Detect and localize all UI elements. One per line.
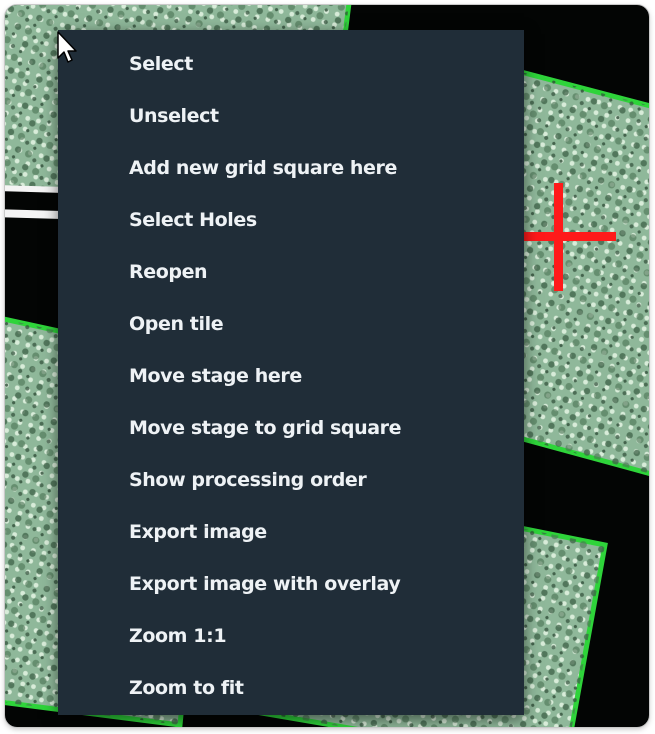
menu-item-export-image[interactable]: Export image: [58, 509, 524, 561]
menu-item-unselect[interactable]: Unselect: [58, 93, 524, 145]
menu-item-select[interactable]: Select: [58, 41, 524, 93]
menu-item-move-stage-to-grid-square[interactable]: Move stage to grid square: [58, 405, 524, 457]
viewer-window: Select Unselect Add new grid square here Se…: [5, 5, 649, 727]
menu-item-add-new-grid-square-here[interactable]: Add new grid square here: [58, 145, 524, 197]
menu-item-reopen[interactable]: Reopen: [58, 249, 524, 301]
menu-item-zoom-to-fit[interactable]: Zoom to fit: [58, 665, 524, 717]
menu-item-select-holes[interactable]: Select Holes: [58, 197, 524, 249]
menu-item-show-processing-order[interactable]: Show processing order: [58, 457, 524, 509]
menu-item-export-image-with-overlay[interactable]: Export image with overlay: [58, 561, 524, 613]
menu-item-open-tile[interactable]: Open tile: [58, 301, 524, 353]
arrow-pointer-icon: [57, 31, 77, 63]
context-menu: Select Unselect Add new grid square here Se…: [58, 30, 524, 715]
menu-item-zoom-1-1[interactable]: Zoom 1:1: [58, 613, 524, 665]
menu-item-move-stage-here[interactable]: Move stage here: [58, 353, 524, 405]
